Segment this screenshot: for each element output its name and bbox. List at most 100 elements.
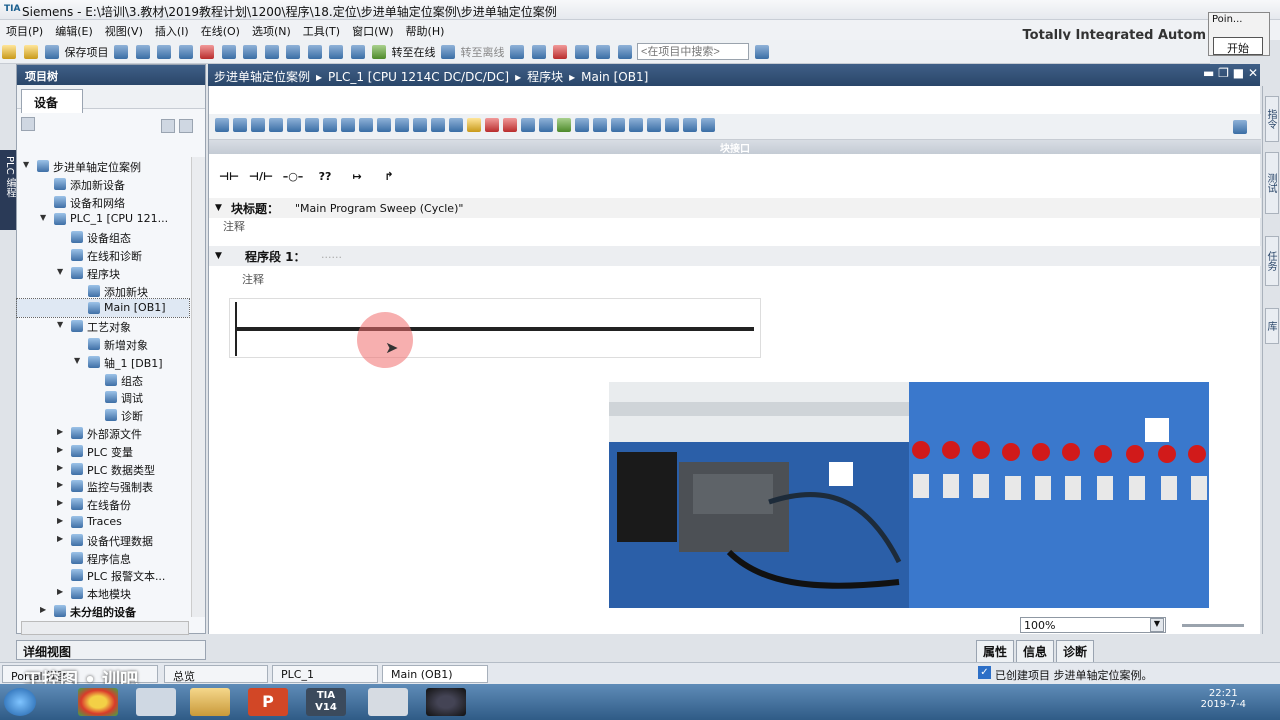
save-project-button[interactable]: 保存项目 [65, 44, 109, 60]
ladder-rung[interactable] [229, 298, 761, 358]
tree-item[interactable]: 添加新设备 [17, 175, 189, 193]
print-icon[interactable] [114, 45, 128, 59]
editor-tool-icon[interactable] [701, 118, 715, 132]
collapse-arrow-icon[interactable]: ▶ [57, 516, 63, 525]
go-offline-icon[interactable] [441, 45, 455, 59]
tia-v14-icon[interactable]: TIA V14 [306, 688, 346, 716]
tree-item[interactable]: ▼ 程序块 [17, 264, 189, 282]
open-project-icon[interactable] [23, 45, 38, 59]
tab-plc1[interactable]: PLC_1 [272, 665, 378, 683]
block-interface-splitter[interactable]: 块接口 [209, 140, 1261, 155]
collapse-block-icon[interactable]: ▼ [215, 203, 222, 213]
expand-arrow-icon[interactable]: ▼ [40, 213, 46, 222]
tree-item[interactable]: 新增对象 [17, 335, 189, 353]
simulation-icon[interactable] [350, 45, 365, 59]
editor-tool-icon[interactable] [593, 118, 607, 132]
split-editor-icon[interactable] [264, 45, 279, 59]
restore-icon[interactable]: ❐ [1218, 66, 1229, 80]
tree-item[interactable]: ▶ 本地模块 [17, 584, 189, 602]
expand-arrow-icon[interactable]: ▼ [57, 320, 63, 329]
editor-tool-icon[interactable] [665, 118, 679, 132]
menu-tools[interactable]: 工具(T) [297, 20, 346, 39]
cut-icon[interactable] [135, 45, 150, 59]
tree-item[interactable]: ▶ 外部源文件 [17, 424, 189, 442]
go-offline-button[interactable]: 转至离线 [461, 44, 505, 60]
breadcrumb-plc[interactable]: PLC_1 [CPU 1214C DC/DC/DC] [328, 70, 509, 84]
tree-view-toggle-icon[interactable] [161, 119, 175, 133]
tree-item[interactable]: Main [OB1] [16, 298, 190, 319]
editor-tool-icon[interactable] [215, 118, 229, 132]
go-online-icon[interactable] [372, 45, 386, 59]
paste-icon[interactable] [178, 45, 193, 59]
menu-edit[interactable]: 编辑(E) [49, 20, 99, 39]
tree-item[interactable]: ▶ 在线备份 [17, 495, 189, 513]
start-cpu-icon[interactable] [531, 45, 546, 59]
menu-help[interactable]: 帮助(H) [400, 20, 451, 39]
editor-tool-icon[interactable] [557, 118, 571, 132]
collapse-arrow-icon[interactable]: ▶ [57, 463, 63, 472]
collapse-arrow-icon[interactable]: ▶ [40, 605, 46, 614]
plc-programming-side-tab[interactable]: PLC 编程 [0, 150, 16, 230]
upload-icon[interactable] [329, 45, 343, 59]
redo-icon[interactable] [243, 45, 257, 59]
editor-tool-icon[interactable] [485, 118, 499, 132]
expand-arrow-icon[interactable]: ▼ [23, 160, 29, 169]
powerpoint-icon[interactable]: P [248, 688, 288, 716]
menu-online[interactable]: 在线(O) [195, 20, 246, 39]
editor-tool-icon[interactable] [431, 118, 445, 132]
zoom-select[interactable]: 100% [1020, 617, 1166, 633]
taskbar-clock[interactable]: 22:21 2019-7-4 [1201, 688, 1246, 710]
stop-cpu-icon[interactable] [553, 45, 567, 59]
close-branch-icon[interactable]: ↱ [375, 170, 403, 183]
download-icon[interactable] [307, 45, 322, 59]
tree-item[interactable]: ▶ 设备代理数据 [17, 531, 189, 549]
accessible-devices-icon[interactable] [510, 45, 524, 59]
tree-item[interactable]: 添加新块 [17, 282, 189, 300]
tree-item[interactable]: ▼ 工艺对象 [17, 317, 189, 335]
split-horizontal-icon[interactable] [596, 45, 610, 59]
task-card-instructions[interactable]: 指令 [1265, 96, 1279, 142]
tree-item[interactable]: 诊断 [17, 406, 189, 424]
menu-insert[interactable]: 插入(I) [149, 20, 195, 39]
tree-item[interactable]: 组态 [17, 371, 189, 389]
copy-icon[interactable] [157, 45, 171, 59]
tree-item[interactable]: ▶ Traces [17, 513, 189, 531]
task-card-testing[interactable]: 测试 [1265, 152, 1279, 214]
tree-item[interactable]: ▶ PLC 数据类型 [17, 460, 189, 478]
expand-arrow-icon[interactable]: ▼ [74, 356, 80, 365]
tree-horizontal-scrollbar[interactable] [21, 621, 189, 635]
editor-tool-icon[interactable] [269, 118, 283, 132]
tree-item[interactable]: 设备组态 [17, 228, 189, 246]
tab-overview[interactable]: 总览 [164, 665, 268, 683]
editor-tool-icon[interactable] [395, 118, 409, 132]
collapse-arrow-icon[interactable]: ▶ [57, 445, 63, 454]
network-comment[interactable]: 注释 [242, 271, 264, 287]
open-branch-icon[interactable]: ↦ [343, 170, 371, 183]
tree-item[interactable]: 程序信息 [17, 549, 189, 567]
delete-network-icon[interactable] [323, 118, 337, 132]
collapse-network-icon[interactable]: ▼ [215, 251, 222, 261]
compile-icon[interactable] [286, 45, 300, 59]
editor-tool-icon[interactable] [377, 118, 391, 132]
detail-view-header[interactable]: 详细视图 [16, 640, 206, 660]
tree-item[interactable]: ▶ PLC 变量 [17, 442, 189, 460]
editor-tool-icon[interactable] [359, 118, 373, 132]
popup-start-button[interactable]: 开始 [1213, 37, 1263, 55]
start-button-icon[interactable] [4, 688, 36, 716]
tab-main-ob1[interactable]: Main (OB1) [382, 665, 488, 683]
task-card-libraries[interactable]: 库 [1265, 308, 1279, 344]
no-contact-icon[interactable]: ⊣⊢ [215, 170, 243, 183]
editor-tool-icon[interactable] [683, 118, 697, 132]
tab-devices[interactable]: 设备 [21, 89, 83, 113]
tree-item[interactable]: ▼ 步进单轴定位案例 [17, 157, 189, 175]
editor-tool-icon[interactable] [287, 118, 301, 132]
tree-item[interactable]: 调试 [17, 388, 189, 406]
network-title-dots[interactable]: ...... [321, 248, 342, 261]
breadcrumb-main-ob1[interactable]: Main [OB1] [581, 70, 648, 84]
editor-tool-icon[interactable] [467, 118, 481, 132]
tab-properties[interactable]: 属性 [976, 640, 1015, 663]
editor-tool-icon[interactable] [629, 118, 643, 132]
editor-tool-icon[interactable] [503, 118, 517, 132]
editor-tool-icon[interactable] [521, 118, 535, 132]
task-card-tasks[interactable]: 任务 [1265, 236, 1279, 286]
